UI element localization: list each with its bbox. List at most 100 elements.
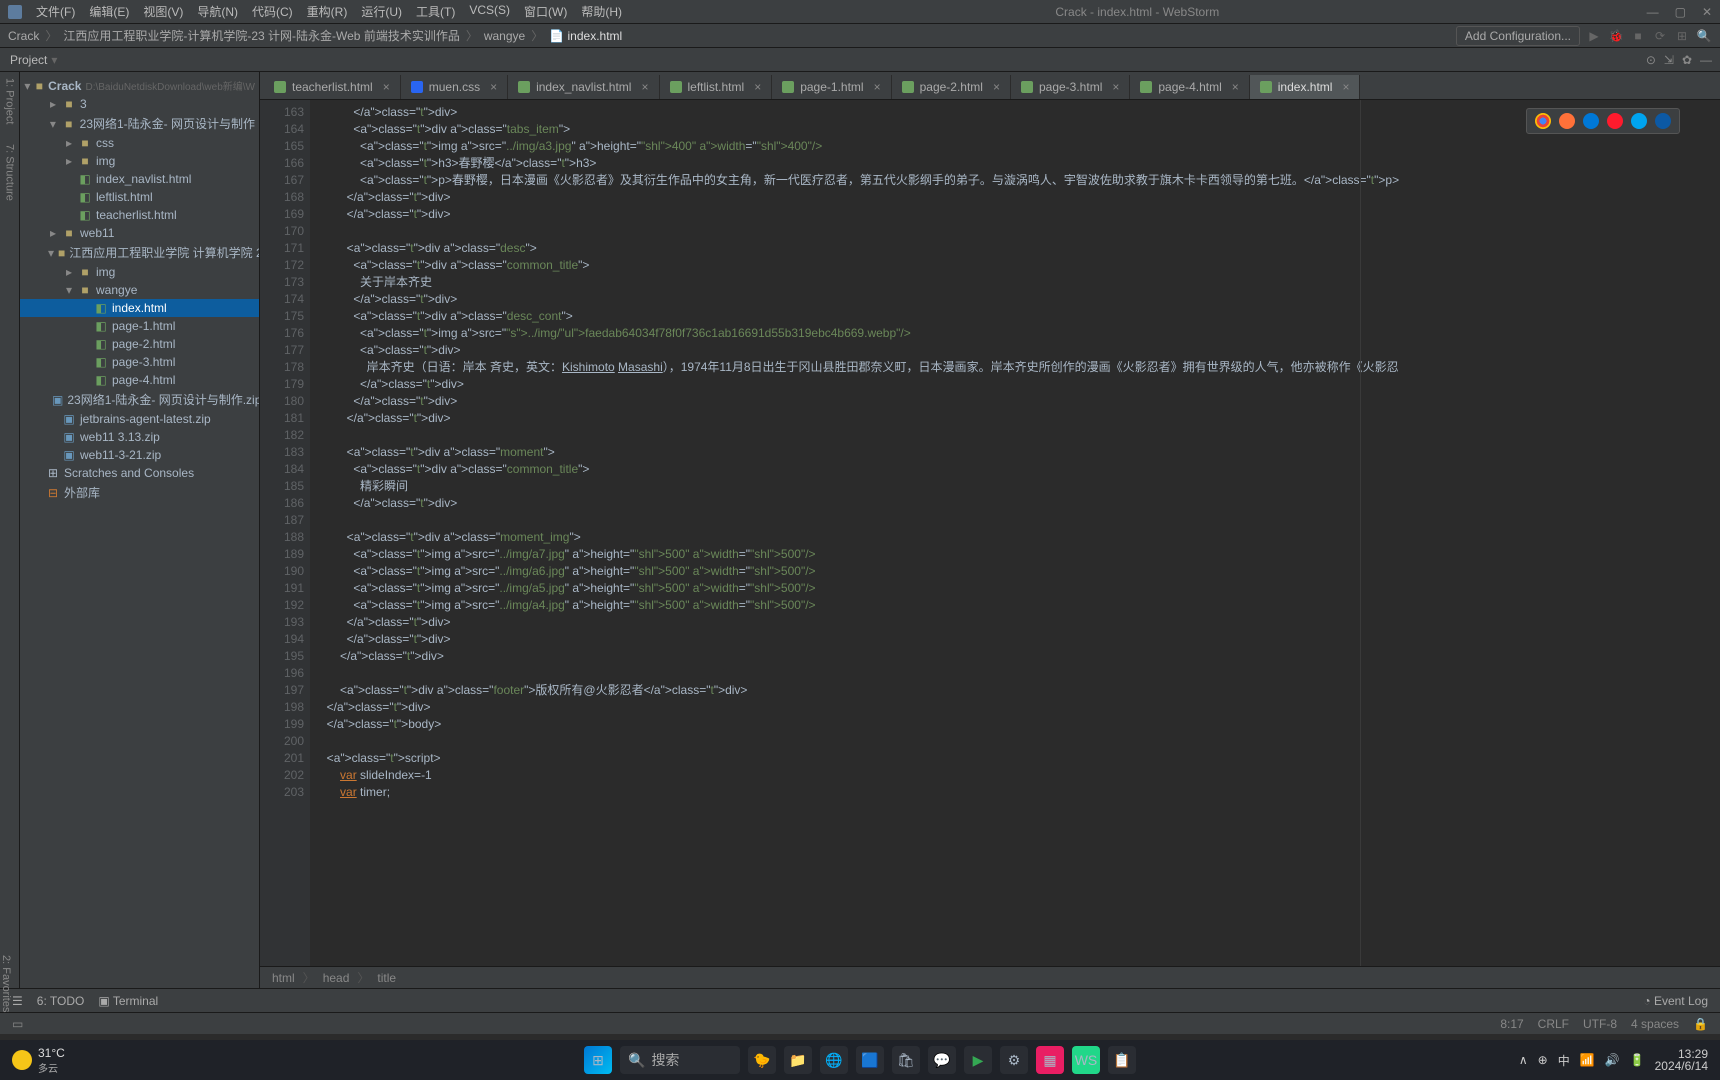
tree-item[interactable]: ⊟外部库: [20, 482, 259, 503]
tool-favorites[interactable]: 2: Favorites: [0, 955, 12, 1012]
tree-item[interactable]: ▸■img: [20, 263, 259, 281]
menu-item[interactable]: VCS(S): [463, 1, 516, 22]
breadcrumb-item[interactable]: wangye: [484, 29, 525, 43]
editor-tab[interactable]: leftlist.html×: [660, 75, 773, 99]
tree-item[interactable]: ◧page-4.html: [20, 371, 259, 389]
system-tray[interactable]: ∧⊕中📶🔊🔋 13:29 2024/6/14: [1519, 1048, 1708, 1072]
menu-item[interactable]: 帮助(H): [575, 1, 628, 22]
tree-item[interactable]: ◧page-3.html: [20, 353, 259, 371]
start-button[interactable]: ⊞: [584, 1046, 612, 1074]
tray-icon[interactable]: 📶: [1580, 1053, 1595, 1067]
ie-icon[interactable]: [1631, 113, 1647, 129]
locate-icon[interactable]: ⊙: [1646, 53, 1656, 67]
expand-icon[interactable]: ⇲: [1664, 53, 1674, 67]
editor-tab[interactable]: teacherlist.html×: [264, 75, 401, 99]
tree-item[interactable]: ◧teacherlist.html: [20, 206, 259, 224]
gear-icon[interactable]: ✿: [1682, 53, 1692, 67]
tray-icon[interactable]: ⊕: [1538, 1053, 1548, 1067]
tool-project[interactable]: 1: Project: [4, 78, 16, 124]
taskbar-edge2[interactable]: 🟦: [856, 1046, 884, 1074]
editor-breadcrumb-item[interactable]: title: [377, 971, 396, 985]
menu-item[interactable]: 导航(N): [191, 1, 244, 22]
add-configuration-button[interactable]: Add Configuration...: [1456, 26, 1580, 46]
file-encoding[interactable]: UTF-8: [1583, 1017, 1617, 1031]
menu-item[interactable]: 运行(U): [355, 1, 408, 22]
editor-breadcrumb-item[interactable]: head: [323, 971, 350, 985]
taskbar-play[interactable]: ▶: [964, 1046, 992, 1074]
indent-setting[interactable]: 4 spaces: [1631, 1017, 1679, 1031]
tree-item[interactable]: ▸■img: [20, 152, 259, 170]
tree-item[interactable]: ▣jetbrains-agent-latest.zip: [20, 410, 259, 428]
minimize-button[interactable]: —: [1647, 5, 1659, 19]
taskbar-clock[interactable]: 13:29 2024/6/14: [1655, 1048, 1708, 1072]
debug-icon[interactable]: 🐞: [1608, 28, 1624, 44]
close-button[interactable]: ✕: [1702, 5, 1712, 19]
tree-item[interactable]: ⊞Scratches and Consoles: [20, 464, 259, 482]
run-icon[interactable]: ▶: [1586, 28, 1602, 44]
menu-item[interactable]: 编辑(E): [83, 1, 135, 22]
search-box[interactable]: 🔍 搜索: [620, 1046, 740, 1074]
safari-icon[interactable]: [1583, 113, 1599, 129]
editor-tab[interactable]: page-1.html×: [772, 75, 891, 99]
stop-icon[interactable]: ■: [1630, 28, 1646, 44]
taskbar-edge[interactable]: 🌐: [820, 1046, 848, 1074]
editor-breadcrumb-item[interactable]: html: [272, 971, 295, 985]
tree-item[interactable]: ▾■江西应用工程职业学院 计算机学院 23 计网: [20, 242, 259, 263]
tree-item[interactable]: ◧page-2.html: [20, 335, 259, 353]
breadcrumb-item[interactable]: Crack: [8, 29, 39, 43]
firefox-icon[interactable]: [1559, 113, 1575, 129]
menu-item[interactable]: 代码(C): [246, 1, 299, 22]
menu-item[interactable]: 文件(F): [30, 1, 81, 22]
taskbar-app-2[interactable]: ▦: [1036, 1046, 1064, 1074]
editor-breadcrumb[interactable]: html〉head〉title: [260, 966, 1720, 988]
edge-icon[interactable]: [1655, 113, 1671, 129]
editor-tab[interactable]: page-3.html×: [1011, 75, 1130, 99]
tree-item[interactable]: ▸■3: [20, 95, 259, 113]
editor-tab[interactable]: muen.css×: [401, 75, 508, 99]
tree-item[interactable]: ▾■23网络1-陆永金- 网页设计与制作: [20, 113, 259, 134]
tree-item[interactable]: ◧index.html: [20, 299, 259, 317]
event-log-button[interactable]: ◔ Event Log: [1643, 994, 1708, 1008]
taskbar-store[interactable]: 🛍: [892, 1046, 920, 1074]
menu-item[interactable]: 工具(T): [410, 1, 461, 22]
caret-position[interactable]: 8:17: [1500, 1017, 1523, 1031]
tree-item[interactable]: ◧page-1.html: [20, 317, 259, 335]
tray-icon[interactable]: 🔋: [1630, 1053, 1645, 1067]
breadcrumb-item[interactable]: 江西应用工程职业学院-计算机学院-23 计网-陆永金-Web 前端技术实训作品: [63, 27, 459, 44]
terminal-tool[interactable]: ▣ Terminal: [98, 994, 158, 1008]
update-icon[interactable]: ⟳: [1652, 28, 1668, 44]
taskbar-app-3[interactable]: 📋: [1108, 1046, 1136, 1074]
taskbar-explorer[interactable]: 📁: [784, 1046, 812, 1074]
tree-item[interactable]: ▾■wangye: [20, 281, 259, 299]
tree-item[interactable]: ▣web11 3.13.zip: [20, 428, 259, 446]
taskbar-wechat[interactable]: 💬: [928, 1046, 956, 1074]
lock-icon[interactable]: 🔒: [1693, 1017, 1708, 1031]
project-panel-title[interactable]: Project: [10, 53, 47, 67]
search-icon[interactable]: 🔍: [1696, 28, 1712, 44]
breadcrumb-item[interactable]: 📄 index.html: [549, 29, 622, 43]
tray-icon[interactable]: 中: [1558, 1052, 1570, 1069]
tree-item[interactable]: ▸■css: [20, 134, 259, 152]
tree-item[interactable]: ▣web11-3-21.zip: [20, 446, 259, 464]
menu-item[interactable]: 窗口(W): [518, 1, 573, 22]
editor-tab[interactable]: page-2.html×: [892, 75, 1011, 99]
breadcrumb[interactable]: Crack〉江西应用工程职业学院-计算机学院-23 计网-陆永金-Web 前端技…: [8, 27, 622, 44]
code-editor[interactable]: </a">class="t">div> <a">class="t">div a"…: [310, 100, 1720, 966]
chrome-icon[interactable]: [1535, 113, 1551, 129]
editor-tab[interactable]: page-4.html×: [1130, 75, 1249, 99]
taskbar-webstorm[interactable]: WS: [1072, 1046, 1100, 1074]
todo-tool[interactable]: 6: TODO: [37, 994, 85, 1008]
menu-item[interactable]: 重构(R): [301, 1, 354, 22]
line-separator[interactable]: CRLF: [1538, 1017, 1569, 1031]
taskbar-app-1[interactable]: 🐤: [748, 1046, 776, 1074]
chevron-down-icon[interactable]: ▾: [51, 53, 57, 67]
taskbar-steam[interactable]: ⚙: [1000, 1046, 1028, 1074]
project-sidebar[interactable]: ▾■Crack D:\BaiduNetdiskDownload\web新编\W▸…: [20, 72, 260, 988]
tool-structure[interactable]: 7: Structure: [4, 144, 16, 201]
collapse-icon[interactable]: —: [1700, 53, 1712, 67]
tree-item[interactable]: ▣23网络1-陆永金- 网页设计与制作.zip: [20, 389, 259, 410]
layout-icon[interactable]: ⊞: [1674, 28, 1690, 44]
tree-item[interactable]: ◧leftlist.html: [20, 188, 259, 206]
editor-tab[interactable]: index.html×: [1250, 75, 1361, 99]
tree-item[interactable]: ▸■web11: [20, 224, 259, 242]
